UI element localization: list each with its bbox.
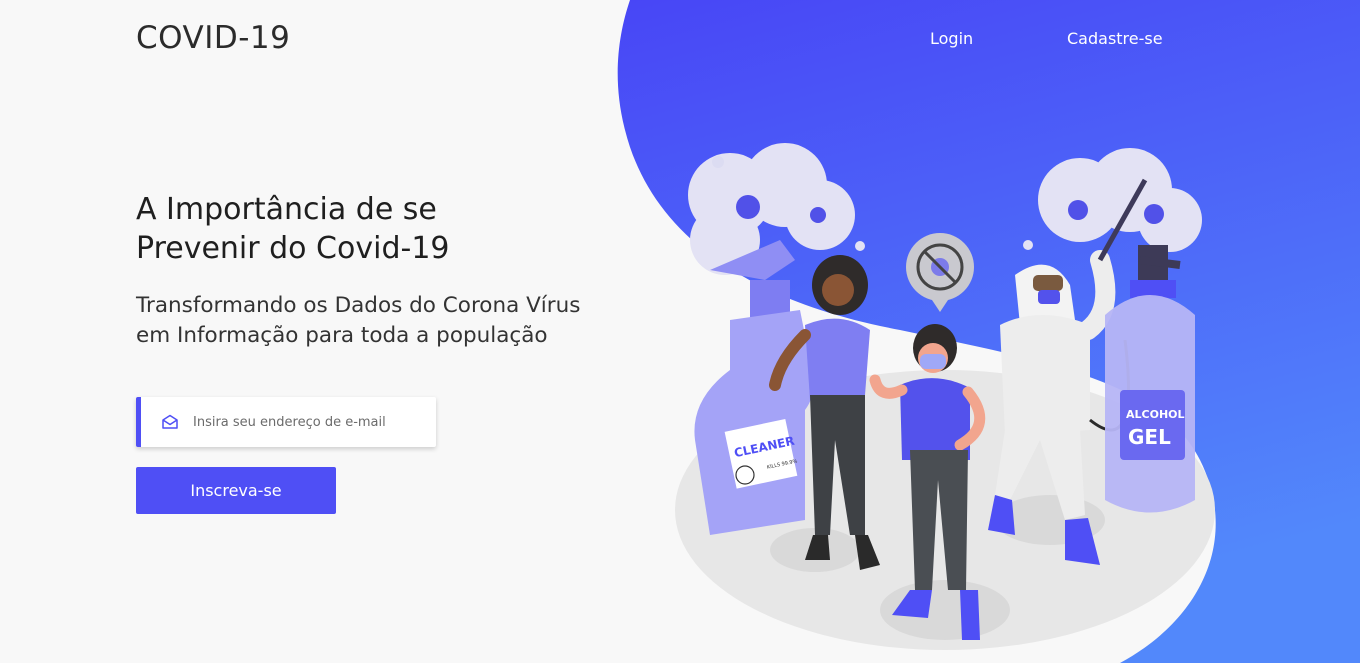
bottle-label-gel: GEL	[1128, 425, 1171, 449]
hero-headline: A Importância de se Prevenir do Covid-19	[136, 192, 450, 266]
bottle-label-alcohol: ALCOHOL	[1126, 408, 1185, 421]
alcohol-gel-bottle: ALCOHOL GEL	[1105, 245, 1195, 513]
email-field-container[interactable]	[136, 397, 436, 447]
cleaner-spray-bottle: CLEANER KILLS 99.9%	[694, 240, 814, 535]
site-logo[interactable]: COVID-19	[136, 20, 290, 56]
envelope-icon	[161, 413, 179, 431]
nav-login-link[interactable]: Login	[930, 29, 973, 48]
no-virus-sign-icon	[906, 233, 974, 312]
email-input[interactable]	[191, 413, 425, 431]
nav-signup-link[interactable]: Cadastre-se	[1067, 29, 1163, 48]
subscribe-button[interactable]: Inscreva-se	[136, 467, 336, 514]
hero-subtitle: Transformando os Dados do Corona Vírus e…	[136, 293, 581, 348]
prevention-illustration: CLEANER KILLS 99.9% ALCOHOL GEL	[675, 143, 1215, 650]
